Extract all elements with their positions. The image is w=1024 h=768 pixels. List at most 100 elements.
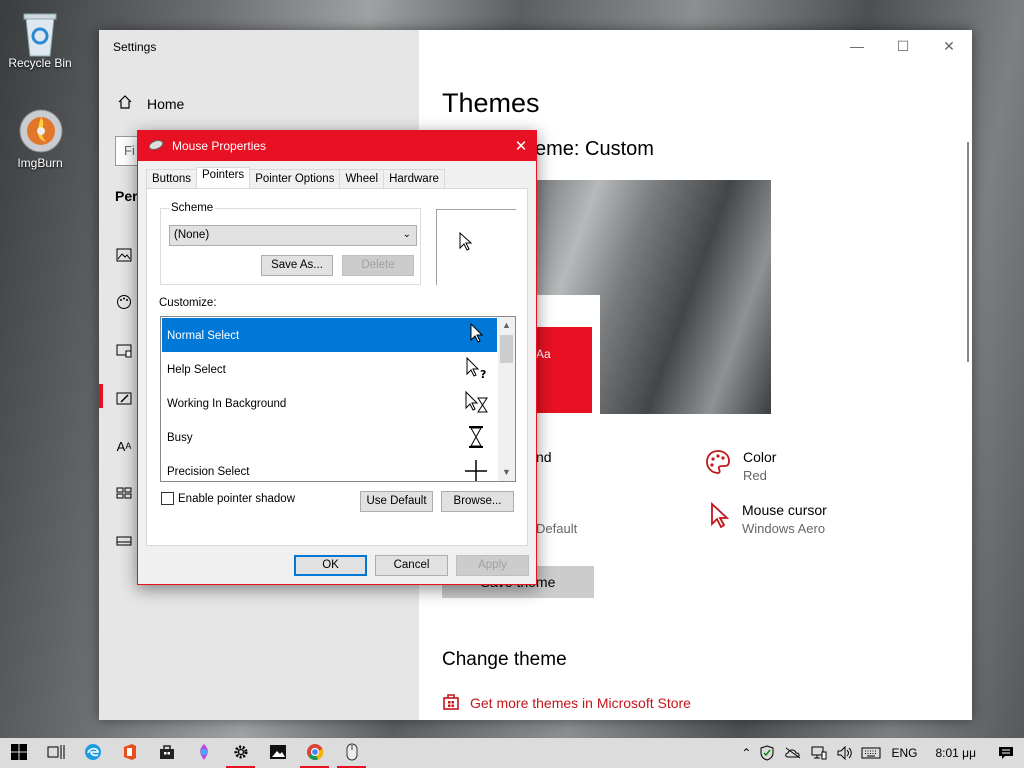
mouse-cursor-value: Windows Aero: [742, 521, 826, 536]
palette-icon: [705, 449, 731, 483]
change-theme-heading: Change theme: [442, 649, 567, 670]
color-prop[interactable]: Color Red: [705, 449, 776, 483]
pointer-name: Help Select: [167, 364, 226, 376]
enable-pointer-shadow-checkbox[interactable]: Enable pointer shadow: [161, 492, 295, 505]
list-item-working-in-background[interactable]: Working In Background: [162, 386, 497, 420]
start-icon[interactable]: [115, 484, 133, 502]
color-prop-value: Red: [743, 468, 767, 483]
tab-hardware[interactable]: Hardware: [383, 169, 445, 188]
pointer-name: Working In Background: [167, 398, 287, 410]
arrow-cursor-icon: [463, 322, 489, 348]
taskbar-mouse[interactable]: [333, 738, 370, 768]
photos-icon: [269, 744, 287, 763]
scroll-thumb[interactable]: [500, 335, 513, 363]
tray-chevron-icon[interactable]: ⌃: [741, 746, 751, 760]
taskbar-chrome[interactable]: [296, 738, 333, 768]
crosshair-cursor-icon: [463, 458, 489, 481]
scroll-up-icon[interactable]: ▲: [498, 317, 515, 334]
taskbar-store[interactable]: [148, 738, 185, 768]
fonts-icon[interactable]: AA: [115, 437, 133, 455]
chrome-icon: [306, 743, 324, 764]
store-bag-icon: [442, 692, 460, 713]
recycle-bin-label: Recycle Bin: [8, 56, 72, 70]
checkbox-box[interactable]: [161, 492, 174, 505]
scheme-dropdown[interactable]: (None) ⌄: [169, 225, 417, 246]
onedrive-icon[interactable]: [783, 743, 803, 763]
volume-icon[interactable]: [835, 743, 855, 763]
colors-icon[interactable]: [115, 293, 133, 311]
taskbar-paint[interactable]: [185, 738, 222, 768]
customize-label: Customize:: [159, 297, 217, 309]
action-center-icon[interactable]: [996, 743, 1016, 763]
store-link[interactable]: Get more themes in Microsoft Store: [442, 692, 691, 713]
ok-button[interactable]: OK: [294, 555, 367, 576]
pointer-list-scrollbar[interactable]: ▲ ▼: [498, 317, 515, 481]
clock[interactable]: 8:01 μμ: [935, 746, 976, 760]
use-default-button[interactable]: Use Default: [360, 491, 433, 512]
home-label: Home: [147, 95, 185, 112]
list-item-normal-select[interactable]: Normal Select: [162, 318, 497, 352]
dialog-title: Mouse Properties: [172, 139, 267, 153]
scroll-down-icon[interactable]: ▼: [498, 464, 515, 481]
desktop-icon-recycle-bin[interactable]: Recycle Bin: [0, 8, 80, 70]
gear-icon: [233, 744, 249, 763]
background-icon[interactable]: [115, 246, 133, 264]
tab-pointer-options[interactable]: Pointer Options: [249, 169, 341, 188]
sounds-prop-partial[interactable]: Default: [536, 521, 577, 536]
background-prop-partial[interactable]: nd: [536, 449, 552, 465]
tab-wheel[interactable]: Wheel: [339, 169, 385, 188]
taskbar-settings[interactable]: [222, 738, 259, 768]
dialog-tabs: Buttons Pointers Pointer Options Wheel H…: [146, 167, 445, 188]
language-indicator[interactable]: ENG: [891, 746, 917, 760]
tab-pointers[interactable]: Pointers: [196, 167, 251, 188]
home-icon: [117, 94, 133, 113]
list-item-help-select[interactable]: Help Select ?: [162, 352, 497, 386]
taskbar-icon[interactable]: [115, 532, 133, 550]
dialog-close-button[interactable]: ✕: [506, 131, 536, 161]
network-icon[interactable]: [809, 743, 829, 763]
pointer-list[interactable]: Normal Select Help Select ? Working In B…: [160, 316, 516, 482]
task-view-button[interactable]: [37, 738, 74, 768]
paint-icon: [196, 743, 212, 764]
mouse-cursor-label: Mouse cursor: [742, 502, 827, 518]
apply-button[interactable]: Apply: [456, 555, 529, 576]
nav-home[interactable]: Home: [117, 94, 184, 113]
task-view-icon: [47, 744, 65, 763]
taskbar-office[interactable]: [111, 738, 148, 768]
keyboard-icon[interactable]: [861, 743, 881, 763]
pointer-name: Normal Select: [167, 330, 240, 342]
taskbar-photos[interactable]: [259, 738, 296, 768]
imgburn-icon: [18, 108, 63, 153]
pointer-name: Precision Select: [167, 466, 250, 478]
cancel-button[interactable]: Cancel: [375, 555, 448, 576]
defender-shield-icon[interactable]: [757, 743, 777, 763]
list-item-precision-select[interactable]: Precision Select: [162, 454, 497, 481]
mouse-cursor-prop[interactable]: Mouse cursor Windows Aero: [710, 501, 827, 536]
office-icon: [122, 743, 138, 764]
system-tray: ⌃ ENG 8:01 μμ: [741, 738, 1024, 768]
hourglass-cursor-icon: [463, 424, 489, 450]
chevron-down-icon: ⌄: [402, 229, 411, 240]
taskbar: ⌃ ENG 8:01 μμ: [0, 738, 1024, 768]
page-title: Themes: [442, 88, 540, 118]
delete-button[interactable]: Delete: [342, 255, 414, 276]
start-button[interactable]: [0, 738, 37, 768]
working-cursor-icon: [463, 390, 489, 416]
edge-icon: [84, 743, 102, 764]
mouse-icon: [148, 139, 164, 154]
arrow-cursor-preview-icon: [459, 231, 473, 255]
content-scrollbar[interactable]: [967, 142, 969, 362]
dialog-titlebar[interactable]: Mouse Properties ✕: [138, 131, 536, 161]
save-as-button[interactable]: Save As...: [261, 255, 333, 276]
desktop-icon-imgburn[interactable]: ImgBurn: [0, 108, 80, 170]
list-item-busy[interactable]: Busy: [162, 420, 497, 454]
help-cursor-icon: ?: [463, 356, 489, 382]
browse-button[interactable]: Browse...: [441, 491, 514, 512]
recycle-bin-icon: [18, 8, 62, 57]
mouse-cursor-icon: [710, 501, 730, 536]
lock-screen-icon[interactable]: [115, 342, 133, 360]
tab-buttons[interactable]: Buttons: [146, 169, 197, 188]
themes-icon[interactable]: [115, 390, 133, 408]
taskbar-edge[interactable]: [74, 738, 111, 768]
pointer-preview: [436, 209, 516, 285]
